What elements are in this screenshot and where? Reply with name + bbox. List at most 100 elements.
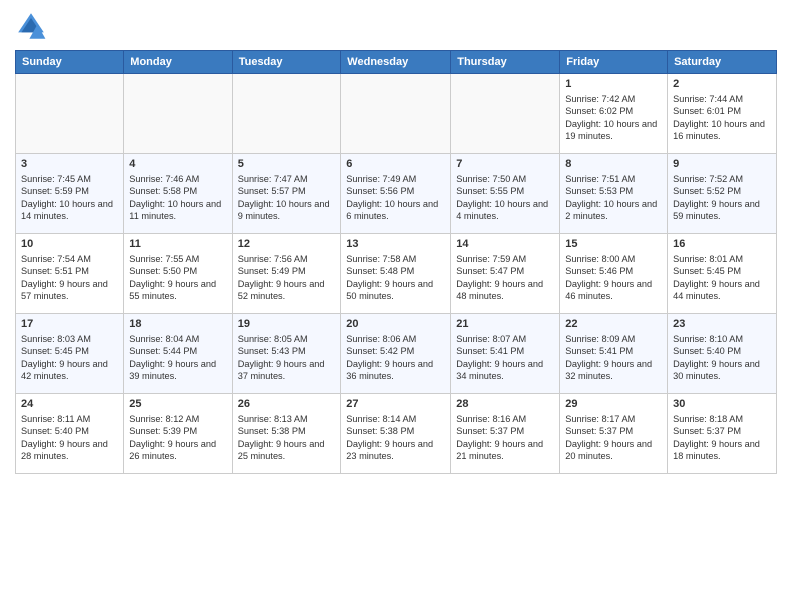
col-header-tuesday: Tuesday (232, 51, 341, 74)
day-number: 1 (565, 77, 662, 92)
day-info: Sunrise: 8:04 AM Sunset: 5:44 PM Dayligh… (129, 333, 226, 383)
logo (15, 10, 51, 42)
day-number: 2 (673, 77, 771, 92)
col-header-saturday: Saturday (668, 51, 777, 74)
day-info: Sunrise: 7:44 AM Sunset: 6:01 PM Dayligh… (673, 93, 771, 143)
day-info: Sunrise: 7:46 AM Sunset: 5:58 PM Dayligh… (129, 173, 226, 223)
day-number: 22 (565, 317, 662, 332)
day-number: 10 (21, 237, 118, 252)
week-row-3: 17Sunrise: 8:03 AM Sunset: 5:45 PM Dayli… (16, 314, 777, 394)
day-number: 11 (129, 237, 226, 252)
day-cell: 2Sunrise: 7:44 AM Sunset: 6:01 PM Daylig… (668, 74, 777, 154)
day-cell (341, 74, 451, 154)
col-header-thursday: Thursday (451, 51, 560, 74)
day-info: Sunrise: 8:05 AM Sunset: 5:43 PM Dayligh… (238, 333, 336, 383)
col-header-monday: Monday (124, 51, 232, 74)
day-number: 30 (673, 397, 771, 412)
day-number: 28 (456, 397, 554, 412)
day-cell: 6Sunrise: 7:49 AM Sunset: 5:56 PM Daylig… (341, 154, 451, 234)
day-info: Sunrise: 7:55 AM Sunset: 5:50 PM Dayligh… (129, 253, 226, 303)
day-cell (232, 74, 341, 154)
day-info: Sunrise: 7:52 AM Sunset: 5:52 PM Dayligh… (673, 173, 771, 223)
day-cell (124, 74, 232, 154)
day-cell: 3Sunrise: 7:45 AM Sunset: 5:59 PM Daylig… (16, 154, 124, 234)
day-cell (451, 74, 560, 154)
day-number: 6 (346, 157, 445, 172)
page: SundayMondayTuesdayWednesdayThursdayFrid… (0, 0, 792, 612)
day-info: Sunrise: 7:56 AM Sunset: 5:49 PM Dayligh… (238, 253, 336, 303)
day-cell: 24Sunrise: 8:11 AM Sunset: 5:40 PM Dayli… (16, 394, 124, 474)
day-cell: 23Sunrise: 8:10 AM Sunset: 5:40 PM Dayli… (668, 314, 777, 394)
day-info: Sunrise: 8:18 AM Sunset: 5:37 PM Dayligh… (673, 413, 771, 463)
day-cell: 29Sunrise: 8:17 AM Sunset: 5:37 PM Dayli… (560, 394, 668, 474)
day-info: Sunrise: 8:06 AM Sunset: 5:42 PM Dayligh… (346, 333, 445, 383)
day-info: Sunrise: 8:00 AM Sunset: 5:46 PM Dayligh… (565, 253, 662, 303)
day-cell: 19Sunrise: 8:05 AM Sunset: 5:43 PM Dayli… (232, 314, 341, 394)
day-info: Sunrise: 8:11 AM Sunset: 5:40 PM Dayligh… (21, 413, 118, 463)
day-info: Sunrise: 7:42 AM Sunset: 6:02 PM Dayligh… (565, 93, 662, 143)
day-cell (16, 74, 124, 154)
day-cell: 14Sunrise: 7:59 AM Sunset: 5:47 PM Dayli… (451, 234, 560, 314)
day-cell: 21Sunrise: 8:07 AM Sunset: 5:41 PM Dayli… (451, 314, 560, 394)
day-number: 23 (673, 317, 771, 332)
week-row-2: 10Sunrise: 7:54 AM Sunset: 5:51 PM Dayli… (16, 234, 777, 314)
day-number: 15 (565, 237, 662, 252)
day-info: Sunrise: 8:14 AM Sunset: 5:38 PM Dayligh… (346, 413, 445, 463)
day-cell: 5Sunrise: 7:47 AM Sunset: 5:57 PM Daylig… (232, 154, 341, 234)
day-cell: 12Sunrise: 7:56 AM Sunset: 5:49 PM Dayli… (232, 234, 341, 314)
day-info: Sunrise: 8:12 AM Sunset: 5:39 PM Dayligh… (129, 413, 226, 463)
day-info: Sunrise: 7:47 AM Sunset: 5:57 PM Dayligh… (238, 173, 336, 223)
day-cell: 17Sunrise: 8:03 AM Sunset: 5:45 PM Dayli… (16, 314, 124, 394)
day-number: 3 (21, 157, 118, 172)
day-cell: 27Sunrise: 8:14 AM Sunset: 5:38 PM Dayli… (341, 394, 451, 474)
day-number: 4 (129, 157, 226, 172)
day-cell: 7Sunrise: 7:50 AM Sunset: 5:55 PM Daylig… (451, 154, 560, 234)
day-number: 21 (456, 317, 554, 332)
day-cell: 9Sunrise: 7:52 AM Sunset: 5:52 PM Daylig… (668, 154, 777, 234)
day-cell: 28Sunrise: 8:16 AM Sunset: 5:37 PM Dayli… (451, 394, 560, 474)
day-number: 18 (129, 317, 226, 332)
day-number: 13 (346, 237, 445, 252)
calendar-header-row: SundayMondayTuesdayWednesdayThursdayFrid… (16, 51, 777, 74)
col-header-wednesday: Wednesday (341, 51, 451, 74)
day-cell: 10Sunrise: 7:54 AM Sunset: 5:51 PM Dayli… (16, 234, 124, 314)
calendar-table: SundayMondayTuesdayWednesdayThursdayFrid… (15, 50, 777, 474)
day-info: Sunrise: 8:10 AM Sunset: 5:40 PM Dayligh… (673, 333, 771, 383)
day-number: 19 (238, 317, 336, 332)
day-number: 12 (238, 237, 336, 252)
week-row-0: 1Sunrise: 7:42 AM Sunset: 6:02 PM Daylig… (16, 74, 777, 154)
day-number: 9 (673, 157, 771, 172)
day-info: Sunrise: 8:01 AM Sunset: 5:45 PM Dayligh… (673, 253, 771, 303)
day-number: 24 (21, 397, 118, 412)
day-info: Sunrise: 7:59 AM Sunset: 5:47 PM Dayligh… (456, 253, 554, 303)
day-cell: 4Sunrise: 7:46 AM Sunset: 5:58 PM Daylig… (124, 154, 232, 234)
day-number: 7 (456, 157, 554, 172)
day-cell: 30Sunrise: 8:18 AM Sunset: 5:37 PM Dayli… (668, 394, 777, 474)
day-info: Sunrise: 7:51 AM Sunset: 5:53 PM Dayligh… (565, 173, 662, 223)
day-cell: 1Sunrise: 7:42 AM Sunset: 6:02 PM Daylig… (560, 74, 668, 154)
day-number: 16 (673, 237, 771, 252)
day-info: Sunrise: 7:45 AM Sunset: 5:59 PM Dayligh… (21, 173, 118, 223)
day-cell: 8Sunrise: 7:51 AM Sunset: 5:53 PM Daylig… (560, 154, 668, 234)
week-row-4: 24Sunrise: 8:11 AM Sunset: 5:40 PM Dayli… (16, 394, 777, 474)
day-info: Sunrise: 8:03 AM Sunset: 5:45 PM Dayligh… (21, 333, 118, 383)
day-cell: 20Sunrise: 8:06 AM Sunset: 5:42 PM Dayli… (341, 314, 451, 394)
header (15, 10, 777, 42)
day-cell: 13Sunrise: 7:58 AM Sunset: 5:48 PM Dayli… (341, 234, 451, 314)
day-cell: 11Sunrise: 7:55 AM Sunset: 5:50 PM Dayli… (124, 234, 232, 314)
day-number: 8 (565, 157, 662, 172)
day-info: Sunrise: 8:13 AM Sunset: 5:38 PM Dayligh… (238, 413, 336, 463)
day-cell: 26Sunrise: 8:13 AM Sunset: 5:38 PM Dayli… (232, 394, 341, 474)
day-cell: 18Sunrise: 8:04 AM Sunset: 5:44 PM Dayli… (124, 314, 232, 394)
day-number: 5 (238, 157, 336, 172)
day-number: 14 (456, 237, 554, 252)
day-number: 27 (346, 397, 445, 412)
col-header-friday: Friday (560, 51, 668, 74)
day-info: Sunrise: 8:16 AM Sunset: 5:37 PM Dayligh… (456, 413, 554, 463)
day-number: 17 (21, 317, 118, 332)
day-cell: 22Sunrise: 8:09 AM Sunset: 5:41 PM Dayli… (560, 314, 668, 394)
logo-icon (15, 10, 47, 42)
day-cell: 15Sunrise: 8:00 AM Sunset: 5:46 PM Dayli… (560, 234, 668, 314)
day-info: Sunrise: 7:58 AM Sunset: 5:48 PM Dayligh… (346, 253, 445, 303)
day-number: 26 (238, 397, 336, 412)
